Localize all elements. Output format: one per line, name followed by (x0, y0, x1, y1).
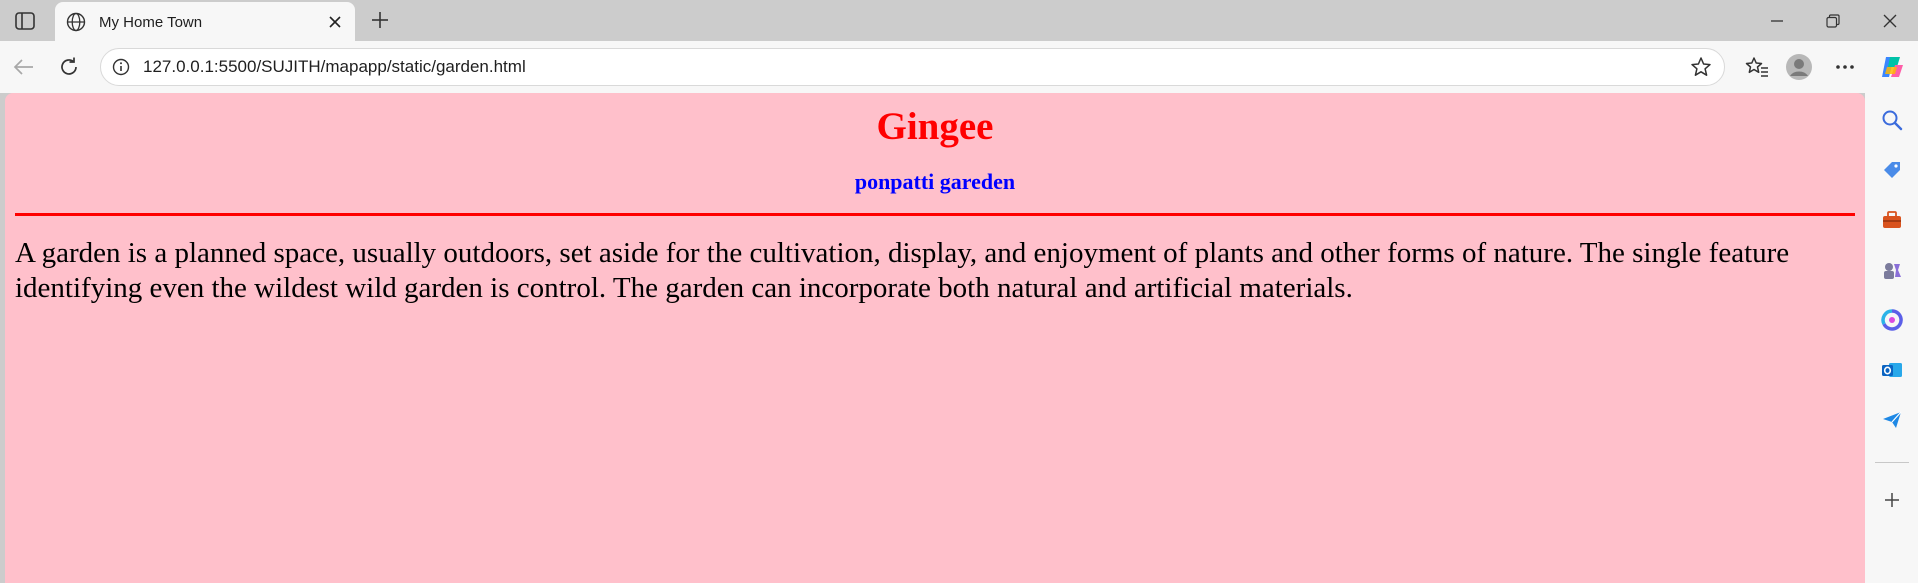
page-paragraph: A garden is a planned space, usually out… (15, 237, 1790, 304)
restore-button[interactable] (1805, 0, 1861, 41)
tab-strip: My Home Town (0, 0, 1918, 42)
horizontal-rule (15, 213, 1855, 216)
close-window-button[interactable] (1862, 0, 1918, 41)
games-icon[interactable] (1877, 255, 1907, 285)
sidebar-divider (1875, 462, 1909, 463)
reload-icon[interactable] (51, 49, 87, 85)
add-icon[interactable] (1877, 485, 1907, 515)
favorites-icon[interactable] (1739, 49, 1775, 85)
close-icon[interactable] (321, 8, 349, 36)
info-icon[interactable] (111, 57, 131, 77)
active-tab[interactable]: My Home Town (55, 2, 355, 42)
more-icon[interactable] (1827, 49, 1863, 85)
outlook-icon[interactable] (1877, 355, 1907, 385)
browser-window: My Home Town 127.0.0.1:5500/SUJITH/mapap… (0, 0, 1918, 583)
page-subheading: ponpatti gareden (854, 169, 1016, 194)
send-icon[interactable] (1877, 405, 1907, 435)
toolbox-icon[interactable] (1877, 205, 1907, 235)
star-icon[interactable] (1684, 50, 1718, 84)
tag-icon[interactable] (1877, 155, 1907, 185)
address-bar[interactable] (100, 48, 1725, 86)
page-viewport: Gingee ponpatti gareden A garden is a pl… (5, 93, 1865, 583)
new-tab-button[interactable] (362, 4, 398, 36)
minimize-button[interactable] (1749, 0, 1805, 41)
copilot-icon[interactable] (1874, 49, 1910, 85)
back-arrow-icon[interactable] (6, 49, 42, 85)
tab-actions-icon[interactable] (8, 6, 42, 36)
url-input[interactable] (143, 57, 1684, 77)
search-icon[interactable] (1877, 105, 1907, 135)
edge-sidebar (1865, 93, 1918, 583)
globe-icon (65, 11, 87, 33)
profile-icon[interactable] (1781, 49, 1817, 85)
microsoft365-icon[interactable] (1877, 305, 1907, 335)
tab-title: My Home Town (99, 13, 203, 31)
browser-toolbar (0, 41, 1918, 93)
page-heading: Gingee (876, 105, 994, 148)
